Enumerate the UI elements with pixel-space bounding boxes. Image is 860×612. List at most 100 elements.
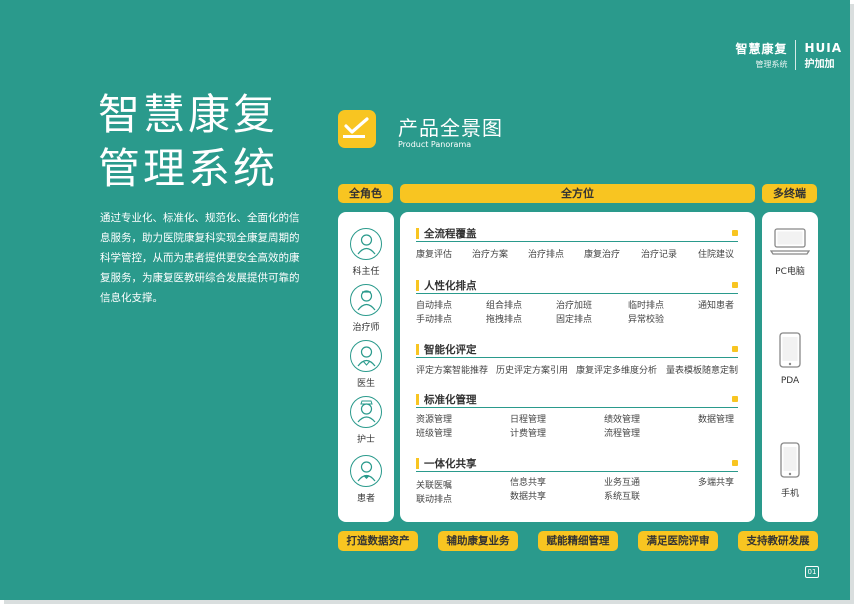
button-research-teaching[interactable]: 支持教研发展 bbox=[738, 531, 818, 551]
section-humanized-scheduling: 人性化排点 自动排点 组合排点 治疗加班 临时排点 通知患者 手动排点 拖拽排点… bbox=[416, 278, 738, 326]
role-therapist: 治疗师 bbox=[338, 284, 394, 333]
section-items: 关联医嘱 信息共享 业务互通 多端共享 联动排点 数据共享 系统互联 bbox=[416, 472, 738, 505]
terminal-label: PDA bbox=[780, 376, 800, 386]
button-fine-management[interactable]: 赋能精细管理 bbox=[538, 531, 618, 551]
section-item: 组合排点 bbox=[486, 301, 523, 311]
roles-bar: 全角色 bbox=[338, 184, 393, 203]
section-dot bbox=[732, 460, 738, 466]
pda-icon bbox=[779, 332, 801, 368]
role-label: 治疗师 bbox=[352, 323, 380, 333]
section-item: 通知患者 bbox=[698, 301, 735, 311]
section-integrated-sharing: 一体化共享 关联医嘱 信息共享 业务互通 多端共享 联动排点 数据共享 系统互联 bbox=[416, 456, 738, 505]
section-intelligent-assessment: 智能化评定 评定方案智能推荐 历史评定方案引用 康复评定多维度分析 量表模板随意… bbox=[416, 342, 738, 376]
page-title: 智慧康复 管理系统 bbox=[98, 88, 278, 196]
section-item: 康复评估 bbox=[416, 250, 453, 260]
section-item: 关联医嘱 bbox=[416, 481, 453, 491]
nurse-icon bbox=[350, 396, 382, 428]
role-label: 科主任 bbox=[352, 267, 380, 277]
section-item: 固定排点 bbox=[556, 315, 593, 325]
section-item: 康复评定多维度分析 bbox=[576, 366, 658, 376]
panorama-title: 产品全景图 bbox=[398, 116, 503, 140]
section-header: 标准化管理 bbox=[416, 392, 738, 408]
section-item: 联动排点 bbox=[416, 495, 453, 505]
section-item: 治疗方案 bbox=[472, 250, 509, 260]
section-item: 流程管理 bbox=[604, 429, 641, 439]
section-item: 历史评定方案引用 bbox=[496, 366, 569, 376]
section-dot bbox=[732, 396, 738, 402]
panorama-subtitle: Product Panorama bbox=[398, 140, 472, 149]
role-doctor: 医生 bbox=[338, 340, 394, 389]
role-department-head: 科主任 bbox=[338, 228, 394, 277]
terminals-panel: PC电脑 PDA 手机 bbox=[762, 212, 818, 522]
section-dot bbox=[732, 346, 738, 352]
brand-logo-block: 智慧康复 管理系统 HUIA 护加加 bbox=[735, 40, 842, 70]
section-item: 数据管理 bbox=[698, 415, 735, 425]
section-title: 标准化管理 bbox=[424, 394, 477, 406]
section-accent-bar bbox=[416, 394, 419, 405]
role-nurse: 护士 bbox=[338, 396, 394, 445]
intro-paragraph: 通过专业化、标准化、规范化、全面化的信息服务，助力医院康复科实现全康复周期的科学… bbox=[100, 212, 300, 304]
section-item: 信息共享 bbox=[510, 478, 547, 488]
therapist-icon bbox=[350, 284, 382, 316]
section-title: 人性化排点 bbox=[424, 280, 477, 292]
section-item: 自动排点 bbox=[416, 301, 453, 311]
section-header: 全流程覆盖 bbox=[416, 226, 738, 242]
scope-bar: 全方位 bbox=[400, 184, 755, 203]
section-standardized-management: 标准化管理 资源管理 日程管理 绩效管理 数据管理 班级管理 计费管理 流程管理 bbox=[416, 392, 738, 440]
section-item: 拖拽排点 bbox=[486, 315, 523, 325]
button-hospital-review[interactable]: 满足医院评审 bbox=[638, 531, 718, 551]
terminal-label: PC电脑 bbox=[775, 267, 805, 277]
section-header: 智能化评定 bbox=[416, 342, 738, 358]
page-number: 01 bbox=[805, 566, 819, 578]
section-accent-bar bbox=[416, 280, 419, 291]
role-label: 护士 bbox=[356, 435, 375, 445]
terminal-pda: PDA bbox=[764, 332, 816, 386]
role-label: 医生 bbox=[356, 379, 375, 389]
role-patient: 患者 bbox=[338, 455, 394, 504]
section-item: 绩效管理 bbox=[604, 415, 641, 425]
section-item: 日程管理 bbox=[510, 415, 547, 425]
section-item: 临时排点 bbox=[628, 301, 665, 311]
section-item: 康复治疗 bbox=[584, 250, 621, 260]
section-item: 量表模板随意定制 bbox=[666, 366, 739, 376]
laptop-icon bbox=[769, 228, 811, 255]
doctor-head-icon bbox=[350, 228, 382, 260]
section-full-process: 全流程覆盖 康复评估 治疗方案 治疗排点 康复治疗 治疗记录 住院建议 bbox=[416, 226, 738, 260]
brand-logo-text: HUIA bbox=[804, 40, 842, 55]
section-items: 资源管理 日程管理 绩效管理 数据管理 班级管理 计费管理 流程管理 bbox=[416, 408, 738, 440]
section-items: 评定方案智能推荐 历史评定方案引用 康复评定多维度分析 量表模板随意定制 bbox=[416, 358, 738, 376]
brand-logo: HUIA 护加加 bbox=[796, 41, 842, 70]
section-item: 住院建议 bbox=[698, 250, 735, 260]
section-item: 业务互通 bbox=[604, 478, 641, 488]
section-title: 一体化共享 bbox=[424, 458, 477, 470]
patient-icon bbox=[350, 455, 382, 487]
section-title: 全流程覆盖 bbox=[424, 228, 477, 240]
section-header: 一体化共享 bbox=[416, 456, 738, 472]
section-item: 手动排点 bbox=[416, 315, 453, 325]
section-dot bbox=[732, 230, 738, 236]
section-item: 资源管理 bbox=[416, 415, 453, 425]
terminal-label: 手机 bbox=[780, 489, 799, 499]
section-item: 异常校验 bbox=[628, 315, 665, 325]
brand-logo-cn: 护加加 bbox=[804, 58, 835, 70]
page-title-line1: 智慧康复 bbox=[98, 90, 279, 139]
section-item: 系统互联 bbox=[604, 492, 641, 502]
section-item: 多端共享 bbox=[698, 478, 735, 488]
section-title: 智能化评定 bbox=[424, 344, 477, 356]
button-data-assets[interactable]: 打造数据资产 bbox=[338, 531, 418, 551]
section-item: 班级管理 bbox=[416, 429, 453, 439]
brand-subtitle: 管理系统 bbox=[755, 60, 788, 69]
brand-title: 智慧康复 bbox=[735, 42, 788, 56]
terminals-bar: 多终端 bbox=[762, 184, 817, 203]
section-item: 治疗排点 bbox=[528, 250, 565, 260]
page-title-line2: 管理系统 bbox=[98, 144, 279, 193]
section-item: 评定方案智能推荐 bbox=[416, 366, 489, 376]
button-assist-rehab[interactable]: 辅助康复业务 bbox=[438, 531, 518, 551]
section-item: 治疗记录 bbox=[641, 250, 678, 260]
roles-panel: 科主任 治疗师 医生 护士 患者 bbox=[338, 212, 394, 522]
phone-icon bbox=[780, 442, 800, 478]
section-items: 自动排点 组合排点 治疗加班 临时排点 通知患者 手动排点 拖拽排点 固定排点 … bbox=[416, 294, 738, 326]
role-label: 患者 bbox=[356, 494, 375, 504]
section-dot bbox=[732, 282, 738, 288]
section-accent-bar bbox=[416, 228, 419, 239]
